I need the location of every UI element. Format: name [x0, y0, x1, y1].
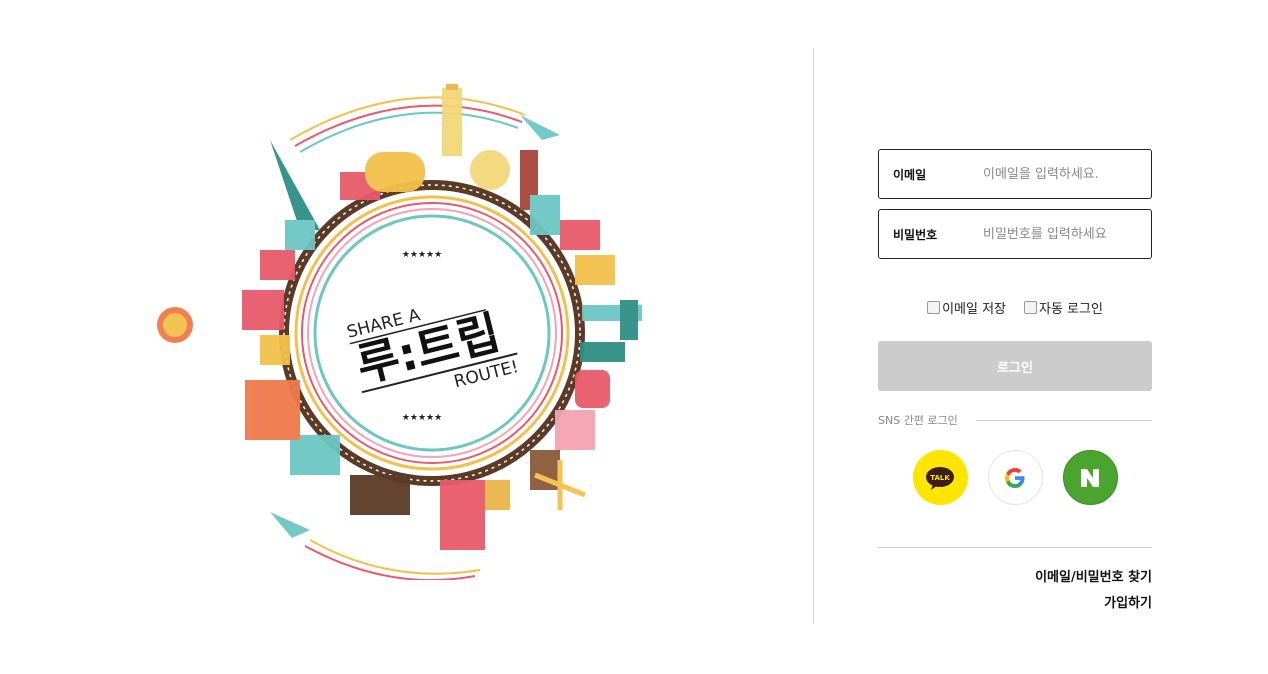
naver-n-icon: [1081, 468, 1099, 487]
find-account-link[interactable]: 이메일/비밀번호 찾기: [878, 566, 1152, 585]
sns-label: SNS 간편 로그인: [878, 414, 958, 427]
stars-bottom: ★★★★★: [402, 413, 442, 423]
kakao-talk-text: TALK: [930, 474, 950, 482]
naver-login-button[interactable]: [1062, 450, 1118, 505]
auto-login-checkbox-box[interactable]: [1024, 301, 1037, 314]
save-email-label: 이메일 저장: [942, 302, 1006, 317]
travel-illustration: ★★★★★ ★★★★★ SHARE A 루:트립 ROUTE!: [150, 80, 690, 582]
kakao-login-button[interactable]: TALK: [912, 450, 968, 505]
email-input[interactable]: [983, 166, 1107, 182]
kakao-talk-icon: TALK: [926, 466, 954, 490]
password-input[interactable]: [983, 226, 1107, 242]
sns-section-header: SNS 간편 로그인: [878, 412, 1152, 428]
vertical-divider: [813, 48, 814, 624]
login-button[interactable]: 로그인: [878, 341, 1152, 391]
signup-link[interactable]: 가입하기: [878, 592, 1152, 611]
login-form: 이메일 비밀번호 이메일 저장 자동 로그인 로그인 SNS 간편 로그인: [878, 149, 1152, 618]
google-icon: [1005, 467, 1025, 488]
save-email-checkbox-box[interactable]: [927, 301, 941, 314]
save-email-checkbox[interactable]: 이메일 저장: [927, 298, 1006, 317]
stars-top: ★★★★★: [402, 250, 442, 260]
email-label: 이메일: [893, 167, 927, 182]
account-links: 이메일/비밀번호 찾기 가입하기: [878, 566, 1152, 611]
auto-login-label: 자동 로그인: [1039, 302, 1103, 317]
sns-buttons: TALK: [878, 450, 1152, 505]
login-options: 이메일 저장 자동 로그인: [878, 298, 1152, 317]
auto-login-checkbox[interactable]: 자동 로그인: [1024, 298, 1103, 317]
bottom-divider: [878, 547, 1152, 548]
password-field: 비밀번호: [878, 209, 1152, 259]
login-page: ★★★★★ ★★★★★ SHARE A 루:트립 ROUTE! 이메일 비밀번호…: [0, 0, 1268, 674]
travel-circle-graphic: ★★★★★ ★★★★★ SHARE A 루:트립 ROUTE!: [157, 84, 642, 582]
password-label: 비밀번호: [893, 227, 938, 242]
sns-divider: [975, 419, 1152, 421]
email-field: 이메일: [878, 149, 1152, 199]
google-login-button[interactable]: [987, 450, 1043, 505]
